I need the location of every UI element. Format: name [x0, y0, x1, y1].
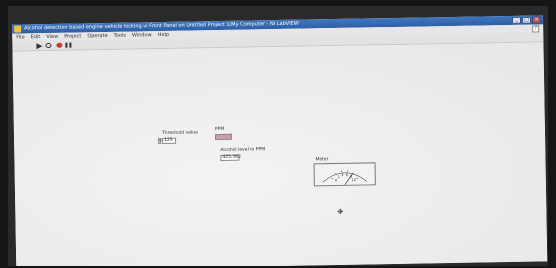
- meter-label: Meter: [315, 157, 329, 163]
- alcohol-level-label: Alcohol level in PPM: [220, 147, 266, 154]
- labview-app-icon: [14, 25, 22, 33]
- meter-tick-label: 10: [351, 178, 356, 182]
- menu-view[interactable]: View: [46, 34, 58, 40]
- ppm-label: PPM: [214, 126, 225, 133]
- menu-help[interactable]: Help: [158, 32, 170, 38]
- threshold-label: Threshold value: [161, 130, 198, 137]
- menu-file[interactable]: File: [16, 34, 24, 40]
- mouse-cursor-icon: ✥: [337, 207, 344, 216]
- minimize-button[interactable]: _: [511, 16, 522, 24]
- threshold-increment-decrement[interactable]: ▴▾: [158, 138, 162, 145]
- meter-tick-label: 2: [337, 175, 339, 179]
- threshold-numeric-control[interactable]: 125: [162, 137, 177, 145]
- alcohol-level-indicator: 425.362: [220, 154, 242, 162]
- menu-operate[interactable]: Operate: [87, 33, 107, 39]
- ppm-indicator: [214, 133, 233, 141]
- menu-project[interactable]: Project: [64, 33, 81, 39]
- close-button[interactable]: ×: [531, 16, 542, 24]
- abort-icon[interactable]: [56, 42, 63, 48]
- meter-gauge: 0 2 4 6 8 10: [313, 162, 376, 187]
- labview-window: Alcohol detection based engine vehicle l…: [12, 15, 548, 266]
- run-arrow-icon[interactable]: [36, 43, 43, 50]
- meter-tick-label: 4: [341, 173, 344, 177]
- meter-tick: [356, 177, 359, 179]
- window-controls: _ □ ×: [511, 16, 542, 24]
- front-panel: Threshold value ▴▾ 125 PPM Alcohol level…: [12, 42, 548, 266]
- meter-tick: [331, 178, 334, 180]
- maximize-button[interactable]: □: [521, 16, 532, 24]
- menu-tools[interactable]: Tools: [114, 33, 126, 39]
- monitor-screen: Alcohol detection based engine vehicle l…: [8, 6, 548, 266]
- menu-window[interactable]: Window: [132, 32, 152, 38]
- run-continuously-icon[interactable]: [45, 42, 52, 49]
- meter-svg: 02 4 6 810: [322, 170, 368, 186]
- menu-edit[interactable]: Edit: [31, 34, 41, 40]
- meter-tick-label: 6: [346, 173, 348, 177]
- pause-icon[interactable]: [65, 42, 72, 48]
